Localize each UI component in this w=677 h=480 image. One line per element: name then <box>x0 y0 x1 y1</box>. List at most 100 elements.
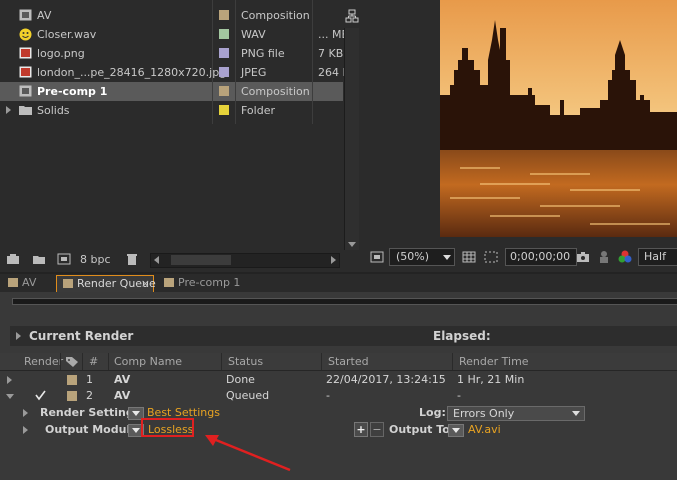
project-scrollbar[interactable] <box>344 28 359 250</box>
resolution-dropdown[interactable]: Half <box>638 248 677 266</box>
render-queue-panel: Current Render Elapsed: Render # Comp Na… <box>0 292 677 480</box>
project-item[interactable]: logo.png PNG file 7 KB <box>0 44 343 63</box>
viewer-toolbar: (50%) 0;00;00;00 Half <box>362 246 677 268</box>
label-color-swatch[interactable] <box>219 105 229 115</box>
color-channels-icon[interactable] <box>618 250 632 267</box>
output-to-dropdown[interactable] <box>448 424 464 437</box>
elapsed-label: Elapsed: <box>433 329 491 343</box>
label-color-swatch <box>164 278 174 287</box>
panel-tab-bar: AV Render Queue × Pre-comp 1 <box>0 274 677 292</box>
chevron-down-icon <box>443 255 451 260</box>
label-color-swatch[interactable] <box>219 10 229 20</box>
collapse-triangle-icon[interactable] <box>6 394 14 399</box>
expand-triangle-icon[interactable] <box>16 332 21 340</box>
tab-pre-comp-1[interactable]: Pre-comp 1 <box>158 275 248 291</box>
project-item[interactable]: Pre-comp 1 Composition <box>0 82 343 101</box>
render-settings-row: Render Settings: Best Settings Log: Erro… <box>0 404 677 422</box>
render-queue-column-header: Render # Comp Name Status Started Render… <box>0 353 677 371</box>
output-to-label: Output To: <box>389 423 455 436</box>
tab-pre-comp-1-label: Pre-comp 1 <box>178 276 241 289</box>
render-checkbox[interactable] <box>35 374 46 385</box>
log-label: Log: <box>419 406 446 419</box>
render-queue-item-2[interactable]: 2 AV Queued - - <box>0 388 677 404</box>
flowchart-icon[interactable] <box>345 9 359 23</box>
label-color-swatch[interactable] <box>219 67 229 77</box>
tab-av[interactable]: AV <box>2 275 52 291</box>
project-item-name: london_...pe_28416_1280x720.jpg <box>37 66 227 79</box>
composition-viewer: (50%) 0;00;00;00 Half <box>362 0 677 272</box>
region-of-interest-icon[interactable] <box>484 251 498 266</box>
expand-triangle-icon[interactable] <box>23 426 28 434</box>
image-file-icon <box>19 66 32 78</box>
project-item[interactable]: AV Composition <box>0 6 343 25</box>
project-horizontal-scrollbar[interactable] <box>150 253 340 268</box>
project-item-type: Composition <box>241 9 310 22</box>
current-render-header: Current Render Elapsed: <box>10 326 677 346</box>
expand-triangle-icon[interactable] <box>6 106 11 114</box>
project-item-size: 264 KB <box>318 66 344 79</box>
interpret-footage-icon[interactable] <box>6 253 20 265</box>
london-skyline-preview-image[interactable] <box>440 0 677 237</box>
label-color-swatch[interactable] <box>219 29 229 39</box>
timecode-display[interactable]: 0;00;00;00 <box>505 248 577 266</box>
tag-icon[interactable] <box>65 356 79 370</box>
project-item-type: Folder <box>241 104 275 117</box>
bit-depth-button[interactable]: 8 bpc <box>80 253 111 266</box>
render-checkbox[interactable] <box>35 390 46 401</box>
item-number: 2 <box>86 389 93 402</box>
resolution-grid-icon[interactable] <box>462 251 476 266</box>
tab-render-queue[interactable]: Render Queue × <box>56 275 156 292</box>
output-module-row: Output Module: Lossless + − Output To: A… <box>0 418 677 439</box>
project-item[interactable]: Solids Folder <box>0 101 343 120</box>
log-value: Errors Only <box>453 407 515 420</box>
project-item-type: WAV <box>241 28 266 41</box>
label-color-swatch <box>63 279 73 288</box>
column-status[interactable]: Status <box>228 355 263 368</box>
project-item[interactable]: london_...pe_28416_1280x720.jpg JPEG 264 K… <box>0 63 344 82</box>
log-dropdown[interactable]: Errors Only <box>447 406 585 421</box>
camera-snapshot-icon[interactable] <box>576 251 590 266</box>
item-status: Done <box>226 373 255 386</box>
column-comp-name[interactable]: Comp Name <box>114 355 182 368</box>
project-panel: AV Composition Closer.wav WAV ... MB logo.png… <box>0 0 362 272</box>
close-icon[interactable]: × <box>141 276 150 292</box>
column-render[interactable]: Render <box>24 355 63 368</box>
always-preview-icon[interactable] <box>370 251 384 266</box>
project-item-name: Closer.wav <box>37 28 97 41</box>
item-number: 1 <box>86 373 93 386</box>
column-started[interactable]: Started <box>328 355 369 368</box>
label-color-swatch[interactable] <box>219 86 229 96</box>
magnification-dropdown[interactable]: (50%) <box>389 248 455 266</box>
composition-icon <box>19 85 32 97</box>
expand-triangle-icon[interactable] <box>23 409 28 417</box>
output-to-link[interactable]: AV.avi <box>468 423 501 436</box>
trash-icon[interactable] <box>125 253 139 265</box>
project-item-size: 7 KB <box>318 47 344 60</box>
highlight-box <box>141 418 194 437</box>
item-started: 22/04/2017, 13:24:15 <box>326 373 446 386</box>
magnification-value: (50%) <box>396 250 430 263</box>
label-color-swatch[interactable] <box>67 391 77 401</box>
project-item[interactable]: Closer.wav WAV ... MB <box>0 25 344 44</box>
column-render-time[interactable]: Render Time <box>459 355 529 368</box>
item-render-time: 1 Hr, 21 Min <box>457 373 525 386</box>
current-render-label: Current Render <box>29 329 134 343</box>
project-item-type: PNG file <box>241 47 285 60</box>
add-output-module-button[interactable]: + <box>354 422 368 437</box>
render-progress-bar <box>12 298 677 305</box>
render-queue-item-1[interactable]: 1 AV Done 22/04/2017, 13:24:15 1 Hr, 21 … <box>0 372 677 388</box>
folder-icon <box>19 104 32 116</box>
audio-file-icon <box>19 28 32 41</box>
composition-icon <box>19 9 32 21</box>
expand-triangle-icon[interactable] <box>7 376 12 384</box>
remove-output-module-button[interactable]: − <box>370 422 384 437</box>
show-snapshot-icon[interactable] <box>598 251 610 266</box>
label-color-swatch[interactable] <box>219 48 229 58</box>
new-composition-icon[interactable] <box>57 253 71 265</box>
item-status: Queued <box>226 389 270 402</box>
column-number[interactable]: # <box>89 355 98 368</box>
label-color-swatch[interactable] <box>67 375 77 385</box>
project-item-name: logo.png <box>37 47 85 60</box>
new-folder-icon[interactable] <box>32 253 46 265</box>
project-item-type: Composition <box>241 85 310 98</box>
